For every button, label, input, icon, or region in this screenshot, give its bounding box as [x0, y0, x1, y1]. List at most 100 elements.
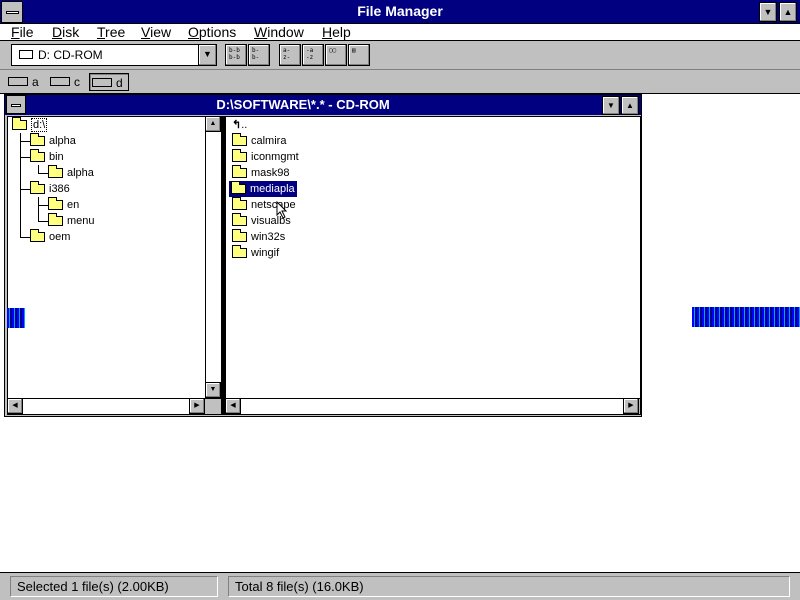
mouse-pointer-icon	[276, 201, 288, 219]
scroll-up-button[interactable]: ▲	[205, 116, 221, 132]
file-item-label: iconmgmt	[251, 151, 299, 163]
folder-icon	[232, 133, 247, 147]
menu-tree[interactable]: Tree	[97, 24, 125, 40]
menu-disk[interactable]: Disk	[52, 24, 79, 40]
tree-item-label: d:\	[31, 118, 48, 132]
tree-item-label: en	[67, 199, 80, 211]
minimize-button[interactable]: ▼	[759, 2, 777, 22]
menu-help[interactable]: Help	[322, 24, 351, 40]
menu-file[interactable]: File	[11, 24, 34, 40]
file-list-pane[interactable]: ↰.. calmira iconmgmt mask98 mediapla net…	[225, 116, 641, 415]
menu-window[interactable]: Window	[254, 24, 304, 40]
folder-icon	[30, 149, 45, 163]
directory-window-title-bar: D:\SOFTWARE\*.* - CD-ROM ▼ ▲	[5, 95, 641, 115]
tree-item-bin[interactable]: bin	[30, 149, 64, 165]
status-selected: Selected 1 file(s) (2.00KB)	[10, 576, 218, 597]
open-folder-icon	[12, 117, 27, 131]
copy-disk-button[interactable]: ▢▢	[325, 44, 347, 66]
drive-bar: a c d	[0, 70, 800, 94]
chevron-down-icon[interactable]: ▼	[198, 45, 216, 65]
folder-icon	[232, 197, 247, 211]
disconnect-network-drive-button[interactable]: b-b-	[248, 44, 270, 66]
file-item-mask98[interactable]: mask98	[232, 165, 290, 181]
folder-icon	[30, 181, 45, 195]
folder-icon	[48, 197, 63, 211]
drive-a-label: a	[32, 75, 39, 89]
status-total: Total 8 file(s) (16.0KB)	[228, 576, 790, 597]
tree-item-en[interactable]: en	[48, 197, 79, 213]
up-arrow-icon: ↰	[232, 119, 242, 131]
scroll-left-button[interactable]: ◀	[7, 398, 23, 414]
file-item-label: win32s	[251, 231, 286, 243]
tree-item-bin-alpha[interactable]: alpha	[48, 165, 94, 181]
file-item-wingif[interactable]: wingif	[232, 245, 279, 261]
file-item-calmira[interactable]: calmira	[232, 133, 286, 149]
connect-network-drive-button[interactable]: b-b b-b	[225, 44, 247, 66]
tree-item-alpha[interactable]: alpha	[30, 133, 76, 149]
file-item-win32s[interactable]: win32s	[232, 229, 285, 245]
file-item-label: wingif	[251, 247, 280, 259]
drive-a[interactable]: a	[6, 73, 42, 91]
menu-bar: File Disk Tree View Options Window Help	[0, 24, 800, 41]
file-item-label: netscape	[251, 199, 296, 211]
file-item-label: mediapla	[250, 183, 295, 195]
folder-icon	[30, 229, 45, 243]
drive-selector[interactable]: D: CD-ROM ▼	[11, 44, 217, 66]
drive-d-label: d	[116, 76, 123, 90]
menu-options[interactable]: Options	[188, 24, 236, 40]
tree-item-label: oem	[49, 231, 71, 243]
drive-c[interactable]: c	[48, 73, 84, 91]
tree-pane[interactable]: d:\ alpha bin alpha i386 en menu oem ▲ ▼…	[7, 116, 222, 415]
drive-selector-value: D: CD-ROM	[38, 48, 103, 62]
tree-item-root[interactable]: d:\	[12, 117, 48, 133]
cd-rom-drive-icon	[19, 50, 33, 59]
tree-item-label: bin	[49, 151, 64, 163]
sort-by-name-button[interactable]: a-z-	[279, 44, 301, 66]
cd-rom-drive-icon	[92, 78, 112, 87]
file-item-label: calmira	[251, 135, 287, 147]
folder-icon	[30, 133, 45, 147]
scroll-right-button[interactable]: ▶	[623, 398, 639, 414]
tree-item-label: alpha	[67, 167, 94, 179]
file-item-mediapla[interactable]: mediapla	[229, 181, 297, 197]
directory-window-title: D:\SOFTWARE\*.* - CD-ROM	[216, 97, 390, 112]
file-item-label: ..	[241, 119, 248, 131]
scroll-left-button[interactable]: ◀	[225, 398, 241, 414]
folder-icon	[231, 181, 246, 195]
tree-item-label: alpha	[49, 135, 76, 147]
tree-vertical-scrollbar[interactable]: ▲ ▼	[205, 116, 221, 398]
file-details-button[interactable]: ▤	[348, 44, 370, 66]
tree-item-menu[interactable]: menu	[48, 213, 95, 229]
drive-c-label: c	[74, 75, 80, 89]
tree-item-oem[interactable]: oem	[30, 229, 70, 245]
tree-item-i386[interactable]: i386	[30, 181, 70, 197]
menu-view[interactable]: View	[141, 24, 171, 40]
maximize-button[interactable]: ▲	[779, 2, 797, 22]
sort-by-type-button[interactable]: -a -z	[302, 44, 324, 66]
hard-disk-icon	[50, 77, 70, 86]
file-item-iconmgmt[interactable]: iconmgmt	[232, 149, 299, 165]
file-item-parent[interactable]: ↰..	[232, 117, 247, 133]
file-horizontal-scrollbar[interactable]: ◀ ▶	[225, 398, 640, 414]
status-bar: Selected 1 file(s) (2.00KB) Total 8 file…	[0, 572, 800, 600]
scrollbar-track[interactable]	[241, 399, 624, 414]
tree-item-label: i386	[49, 183, 70, 195]
scrollbar-track[interactable]	[206, 132, 221, 383]
folder-icon	[232, 149, 247, 163]
scroll-right-button[interactable]: ▶	[189, 398, 205, 414]
child-maximize-button[interactable]: ▲	[621, 96, 639, 115]
tree-item-label: menu	[67, 215, 95, 227]
child-minimize-button[interactable]: ▼	[602, 96, 620, 115]
toolbar: D: CD-ROM ▼ b-b b-b b-b- a-z- -a -z ▢▢ ▤	[0, 41, 800, 70]
tree-horizontal-scrollbar[interactable]: ◀ ▶	[7, 398, 221, 414]
directory-window: D:\SOFTWARE\*.* - CD-ROM ▼ ▲ d:\ alpha b…	[4, 94, 642, 417]
display-artifact	[692, 307, 800, 327]
folder-icon	[48, 213, 63, 227]
folder-icon	[232, 165, 247, 179]
file-item-label: mask98	[251, 167, 290, 179]
scrollbar-track[interactable]	[23, 399, 190, 414]
scroll-down-button[interactable]: ▼	[205, 382, 221, 398]
floppy-drive-icon	[8, 77, 28, 86]
drive-d[interactable]: d	[89, 73, 129, 91]
app-title-bar: File Manager ▼ ▲	[0, 0, 800, 24]
